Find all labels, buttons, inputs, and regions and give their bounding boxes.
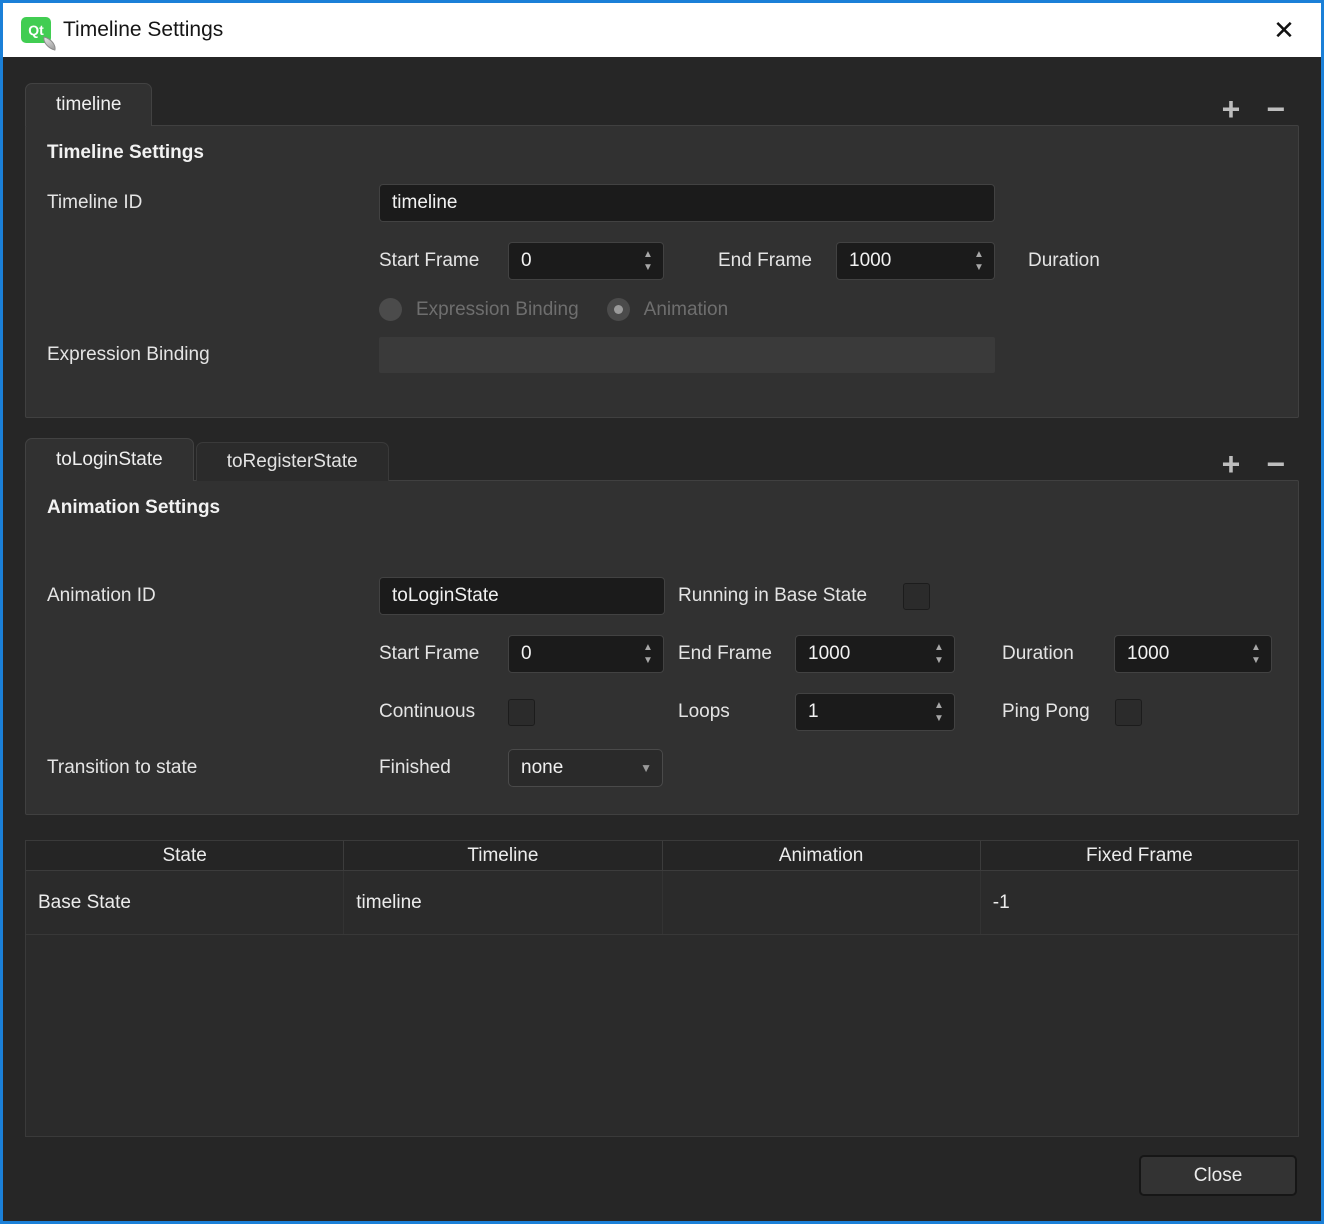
duration-spinbox[interactable]: 1000 ▲ ▼ <box>1114 635 1272 673</box>
timeline-id-label: Timeline ID <box>47 192 379 214</box>
expression-binding-radio-label: Expression Binding <box>416 299 579 321</box>
expression-binding-label: Expression Binding <box>47 344 379 366</box>
end-frame-spinbox[interactable]: 1000 ▲ ▼ <box>836 242 995 280</box>
qt-logo-icon: Qt <box>21 17 51 43</box>
start-frame-label: Start Frame <box>379 250 508 272</box>
anim-end-frame-value: 1000 <box>796 636 924 672</box>
transition-to-state-label: Transition to state <box>47 757 379 779</box>
animation-frames-row: Start Frame 0 ▲ ▼ End Frame 1000 ▲ ▼ <box>47 635 1298 673</box>
end-frame-label: End Frame <box>678 643 795 665</box>
animation-radio-label: Animation <box>644 299 729 321</box>
timeline-settings-dialog: Qt Timeline Settings ✕ timeline + − Time… <box>0 0 1324 1224</box>
remove-timeline-button[interactable]: − <box>1266 98 1285 120</box>
timeline-frames-row: Start Frame 0 ▲ ▼ End Frame 1000 ▲ ▼ <box>47 242 1298 280</box>
animation-radio <box>607 298 630 321</box>
loops-value: 1 <box>796 694 924 730</box>
spin-up-icon[interactable]: ▲ <box>934 701 944 711</box>
animation-settings-heading: Animation Settings <box>47 497 1298 519</box>
timeline-settings-heading: Timeline Settings <box>47 142 1298 164</box>
close-icon[interactable]: ✕ <box>1247 3 1321 57</box>
finished-label: Finished <box>379 757 508 779</box>
binding-mode-row: Expression Binding Animation <box>47 298 1298 321</box>
column-header-timeline[interactable]: Timeline <box>344 841 662 870</box>
titlebar: Qt Timeline Settings ✕ <box>3 3 1321 57</box>
transition-row: Transition to state Finished none ▼ <box>47 749 1298 787</box>
timeline-tab-actions: + − <box>1222 98 1299 126</box>
duration-label: Duration <box>1028 250 1100 272</box>
spin-down-icon[interactable]: ▼ <box>643 656 653 666</box>
spin-up-icon[interactable]: ▲ <box>974 250 984 260</box>
tab-timeline[interactable]: timeline <box>25 83 152 126</box>
dialog-footer: Close <box>25 1155 1299 1196</box>
spin-up-icon[interactable]: ▲ <box>934 643 944 653</box>
spin-down-icon[interactable]: ▼ <box>934 656 944 666</box>
anim-start-frame-spinbox[interactable]: 0 ▲ ▼ <box>508 635 664 673</box>
running-in-base-state-checkbox[interactable] <box>903 583 930 610</box>
start-frame-label: Start Frame <box>379 643 508 665</box>
finished-state-value: none <box>521 757 563 779</box>
start-frame-value: 0 <box>509 243 633 279</box>
ping-pong-checkbox[interactable] <box>1115 699 1142 726</box>
window-title: Timeline Settings <box>63 18 223 42</box>
spin-down-icon[interactable]: ▼ <box>934 714 944 724</box>
qt-logo-text: Qt <box>28 22 44 38</box>
qt-leaf-icon <box>41 36 58 51</box>
column-header-animation[interactable]: Animation <box>663 841 981 870</box>
animation-id-label: Animation ID <box>47 585 379 607</box>
states-table-header: State Timeline Animation Fixed Frame <box>26 841 1298 871</box>
end-frame-value: 1000 <box>837 243 964 279</box>
cell-timeline: timeline <box>344 871 662 934</box>
loop-options-row: Continuous Loops 1 ▲ ▼ Ping Pong <box>47 693 1298 731</box>
remove-animation-button[interactable]: − <box>1266 453 1285 475</box>
continuous-checkbox[interactable] <box>508 699 535 726</box>
animation-tabbar: toLoginState toRegisterState + − <box>25 438 1299 481</box>
cell-animation <box>663 871 981 934</box>
finished-state-dropdown[interactable]: none ▼ <box>508 749 663 787</box>
duration-label: Duration <box>1002 643 1114 665</box>
spin-down-icon[interactable]: ▼ <box>1251 656 1261 666</box>
tab-toregisterstate[interactable]: toRegisterState <box>196 442 389 481</box>
ping-pong-label: Ping Pong <box>1002 701 1115 723</box>
loops-label: Loops <box>678 701 795 723</box>
animation-id-value: toLoginState <box>392 585 499 607</box>
animation-tab-actions: + − <box>1222 453 1299 481</box>
column-header-fixed-frame[interactable]: Fixed Frame <box>981 841 1298 870</box>
expression-binding-input <box>379 337 995 373</box>
timeline-id-value: timeline <box>392 192 457 214</box>
loops-spinbox[interactable]: 1 ▲ ▼ <box>795 693 955 731</box>
expression-binding-radio <box>379 298 402 321</box>
start-frame-spinbox[interactable]: 0 ▲ ▼ <box>508 242 664 280</box>
end-frame-label: End Frame <box>718 250 836 272</box>
duration-value: 1000 <box>1115 636 1241 672</box>
timeline-settings-panel: Timeline Settings Timeline ID timeline S… <box>25 125 1299 418</box>
expression-binding-row: Expression Binding <box>47 337 1298 373</box>
cell-state: Base State <box>26 871 344 934</box>
table-row[interactable]: Base State timeline -1 <box>26 871 1298 935</box>
states-table: State Timeline Animation Fixed Frame Bas… <box>25 840 1299 1137</box>
spin-down-icon[interactable]: ▼ <box>643 263 653 273</box>
timeline-id-row: Timeline ID timeline <box>47 184 1298 222</box>
anim-end-frame-spinbox[interactable]: 1000 ▲ ▼ <box>795 635 955 673</box>
animation-id-input[interactable]: toLoginState <box>379 577 665 615</box>
spin-up-icon[interactable]: ▲ <box>1251 643 1261 653</box>
close-button[interactable]: Close <box>1139 1155 1297 1196</box>
continuous-label: Continuous <box>379 701 508 723</box>
timeline-id-input[interactable]: timeline <box>379 184 995 222</box>
column-header-state[interactable]: State <box>26 841 344 870</box>
timeline-tabbar: timeline + − <box>25 83 1299 126</box>
animation-id-row: Animation ID toLoginState Running in Bas… <box>47 577 1298 615</box>
cell-fixed-frame: -1 <box>981 871 1298 934</box>
tab-tologinstate[interactable]: toLoginState <box>25 438 194 481</box>
dialog-content: timeline + − Timeline Settings Timeline … <box>3 57 1321 1221</box>
add-timeline-button[interactable]: + <box>1222 98 1241 120</box>
spin-up-icon[interactable]: ▲ <box>643 643 653 653</box>
spin-down-icon[interactable]: ▼ <box>974 263 984 273</box>
chevron-down-icon: ▼ <box>640 761 652 775</box>
spin-up-icon[interactable]: ▲ <box>643 250 653 260</box>
add-animation-button[interactable]: + <box>1222 453 1241 475</box>
running-in-base-state-label: Running in Base State <box>678 585 903 607</box>
anim-start-frame-value: 0 <box>509 636 633 672</box>
animation-settings-panel: Animation Settings Animation ID toLoginS… <box>25 480 1299 815</box>
